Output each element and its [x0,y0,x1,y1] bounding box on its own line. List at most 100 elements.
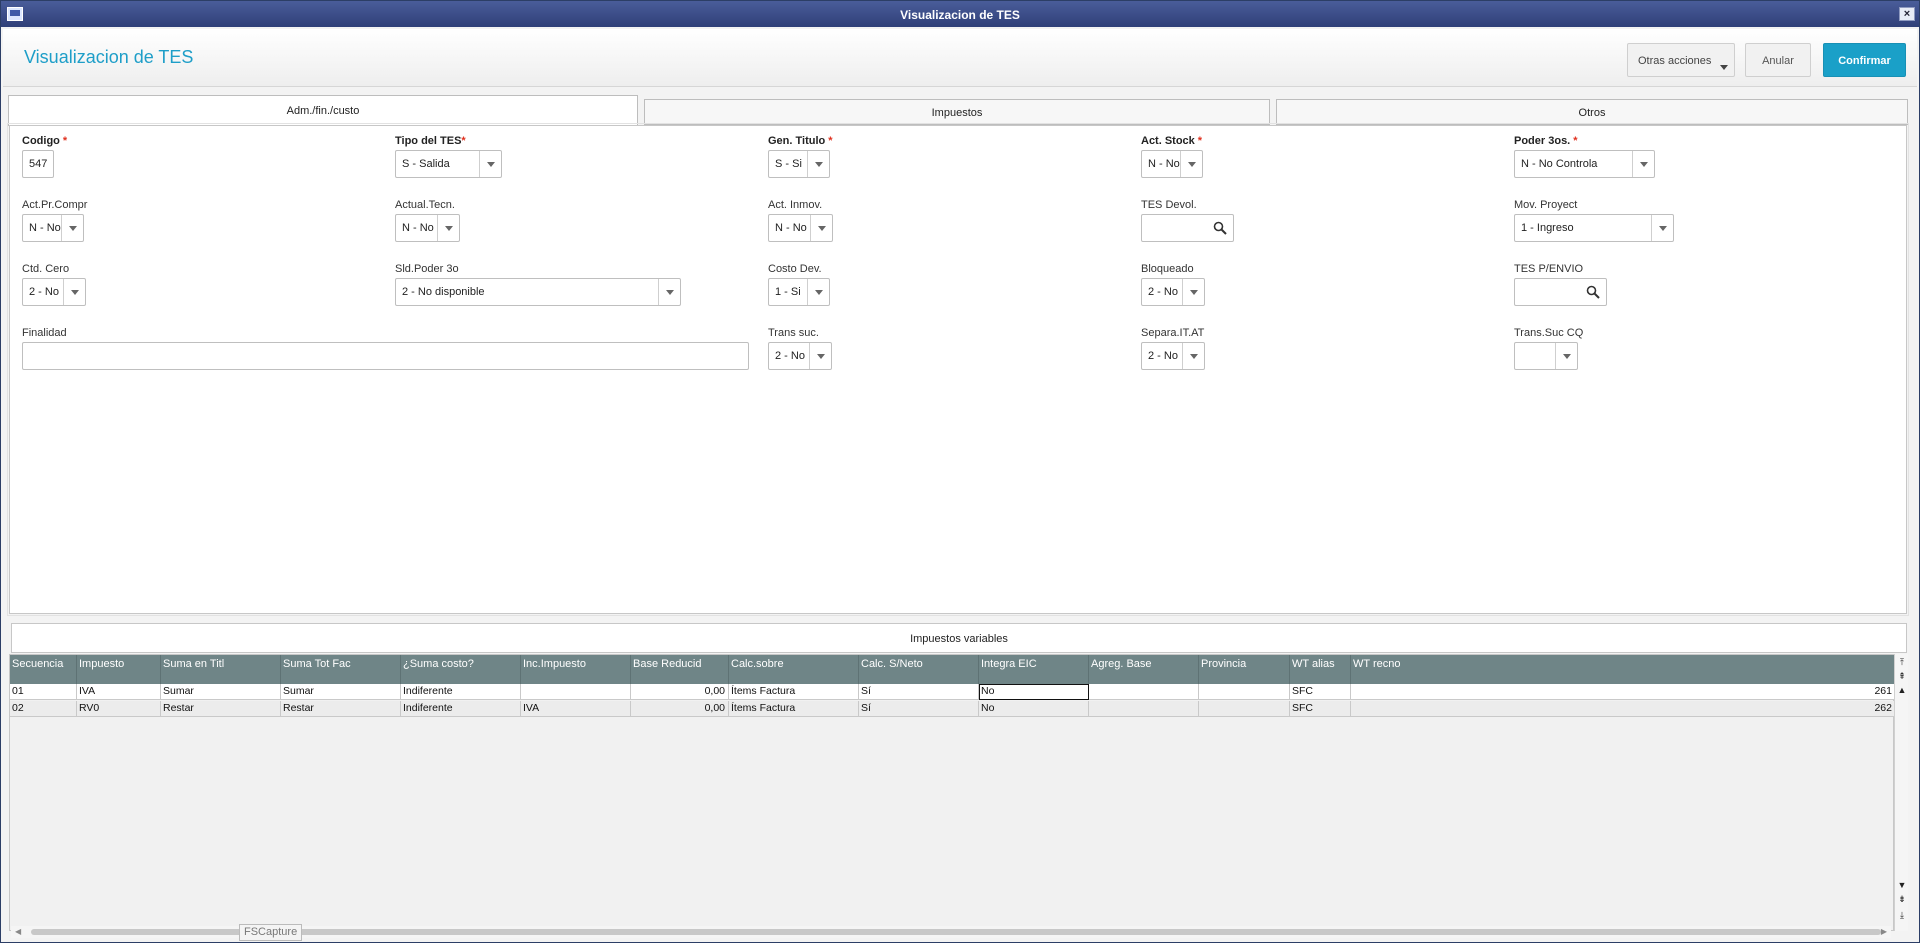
act-stock-select[interactable]: N - No [1141,150,1203,178]
column-header[interactable]: Secuencia [10,655,77,684]
actual-tecn-select[interactable]: N - No [395,214,460,242]
costo-dev-select[interactable]: 1 - Si [768,278,830,306]
table-cell[interactable]: Indiferente [401,701,521,717]
column-header[interactable]: Inc.Impuesto [521,655,631,684]
table-row[interactable]: 02 RV0 Restar Restar Indiferente IVA 0,0… [10,701,1895,717]
column-header[interactable]: Provincia [1199,655,1290,684]
chevron-down-icon [1180,151,1202,177]
mov-proyect-label: Mov. Proyect [1514,199,1578,211]
ctd-cero-select[interactable]: 2 - No [22,278,86,306]
search-icon[interactable] [1586,285,1600,299]
form-panel: Codigo * 547 Tipo del TES* S - Salida Gen… [7,123,1909,616]
column-header[interactable]: WT recno [1351,655,1895,684]
table-cell[interactable]: 0,00 [631,684,729,700]
table-cell[interactable]: No [979,684,1089,700]
table-cell[interactable]: IVA [521,701,631,717]
trans-suc-cq-label: Trans.Suc CQ [1514,327,1584,339]
mov-proyect-select[interactable]: 1 - Ingreso [1514,214,1674,242]
codigo-field[interactable]: 547 [22,150,54,178]
scroll-right-icon[interactable]: ▶ [1881,927,1887,936]
table-cell[interactable]: 262 [1351,701,1895,717]
tes-devol-field[interactable] [1141,214,1234,242]
separa-it-label: Separa.IT.AT [1141,327,1205,339]
table-row[interactable]: 01 IVA Sumar Sumar Indiferente 0,00 Ítem… [10,684,1895,700]
anular-button[interactable]: Anular [1745,43,1811,77]
chevron-down-icon [807,279,829,305]
table-cell[interactable] [1199,701,1290,717]
grid-header: Secuencia Impuesto Suma en Titl Suma Tot… [10,655,1895,684]
scroll-down-icon[interactable]: ▼ [1897,880,1907,890]
confirmar-button[interactable]: Confirmar [1823,43,1906,77]
scroll-top-icon[interactable]: ⤒ [1897,657,1907,667]
table-cell[interactable]: 01 [10,684,77,700]
column-header[interactable]: WT alias [1290,655,1351,684]
page-title: Visualizacion de TES [24,47,194,67]
table-cell[interactable]: Restar [161,701,281,717]
search-icon[interactable] [1213,221,1227,235]
table-cell[interactable] [521,684,631,700]
table-cell[interactable]: RV0 [77,701,161,717]
codigo-label: Codigo * [22,135,68,147]
scrollbar-thumb[interactable] [31,929,1881,935]
trans-suc-select[interactable]: 2 - No [768,342,832,370]
scroll-left-icon[interactable]: ◀ [15,927,21,936]
trans-suc-label: Trans suc. [768,327,819,339]
column-header[interactable]: Base Reducid [631,655,729,684]
column-header[interactable]: Suma en Titl [161,655,281,684]
act-pr-compr-select[interactable]: N - No [22,214,84,242]
tes-penvio-field[interactable] [1514,278,1607,306]
bloqueado-select[interactable]: 2 - No [1141,278,1205,306]
table-cell[interactable] [1199,684,1290,700]
gen-titulo-select[interactable]: S - Si [768,150,830,178]
column-header[interactable]: ¿Suma costo? [401,655,521,684]
table-cell[interactable]: SFC [1290,701,1351,717]
otras-acciones-button[interactable]: Otras acciones [1627,43,1735,77]
table-cell[interactable]: SFC [1290,684,1351,700]
table-cell[interactable] [1089,684,1199,700]
window: Visualizacion de TES × Visualizacion de … [0,0,1920,943]
table-cell[interactable]: Sumar [161,684,281,700]
impuestos-grid: Secuencia Impuesto Suma en Titl Suma Tot… [9,654,1895,931]
table-cell[interactable]: 261 [1351,684,1895,700]
table-cell[interactable]: Indiferente [401,684,521,700]
act-pr-compr-label: Act.Pr.Compr [22,199,88,211]
table-cell[interactable]: 02 [10,701,77,717]
table-cell[interactable]: Sumar [281,684,401,700]
table-cell[interactable] [1089,701,1199,717]
column-header[interactable]: Calc.sobre [729,655,859,684]
chevron-down-icon [437,215,459,241]
close-icon[interactable]: × [1899,7,1915,21]
column-header[interactable]: Integra EIC [979,655,1089,684]
table-cell[interactable]: Ítems Factura [729,684,859,700]
gen-titulo-label: Gen. Titulo * [768,135,833,147]
ctd-cero-label: Ctd. Cero [22,263,70,275]
act-inmov-select[interactable]: N - No [768,214,833,242]
column-header[interactable]: Agreg. Base [1089,655,1199,684]
column-header[interactable]: Suma Tot Fac [281,655,401,684]
page-up-icon[interactable]: ⇞ [1897,671,1907,681]
tab-otros[interactable]: Otros [1276,99,1908,125]
scroll-up-icon[interactable]: ▲ [1897,685,1907,695]
table-cell[interactable]: Sí [859,701,979,717]
grid-vertical-scrollbar[interactable]: ⤒ ⇞ ▲ ▼ ⇟ ⤓ [1894,654,1908,931]
table-cell[interactable]: Ítems Factura [729,701,859,717]
finalidad-field[interactable] [22,342,749,370]
scroll-bottom-icon[interactable]: ⤓ [1897,910,1907,920]
column-header[interactable]: Calc. S/Neto [859,655,979,684]
table-cell[interactable]: No [979,701,1089,717]
tab-adm-fin-custo[interactable]: Adm./fin./custo [8,95,638,126]
table-cell[interactable]: IVA [77,684,161,700]
column-header[interactable]: Impuesto [77,655,161,684]
trans-suc-cq-select[interactable] [1514,342,1578,370]
poder-3os-select[interactable]: N - No Controla [1514,150,1655,178]
table-cell[interactable]: Sí [859,684,979,700]
tipo-tes-select[interactable]: S - Salida [395,150,502,178]
app-icon [7,7,23,21]
table-cell[interactable]: 0,00 [631,701,729,717]
separa-it-select[interactable]: 2 - No [1141,342,1205,370]
sld-poder-select[interactable]: 2 - No disponible [395,278,681,306]
table-cell[interactable]: Restar [281,701,401,717]
tab-impuestos[interactable]: Impuestos [644,99,1270,125]
page-down-icon[interactable]: ⇟ [1897,894,1907,904]
tipo-tes-label: Tipo del TES* [395,135,466,147]
